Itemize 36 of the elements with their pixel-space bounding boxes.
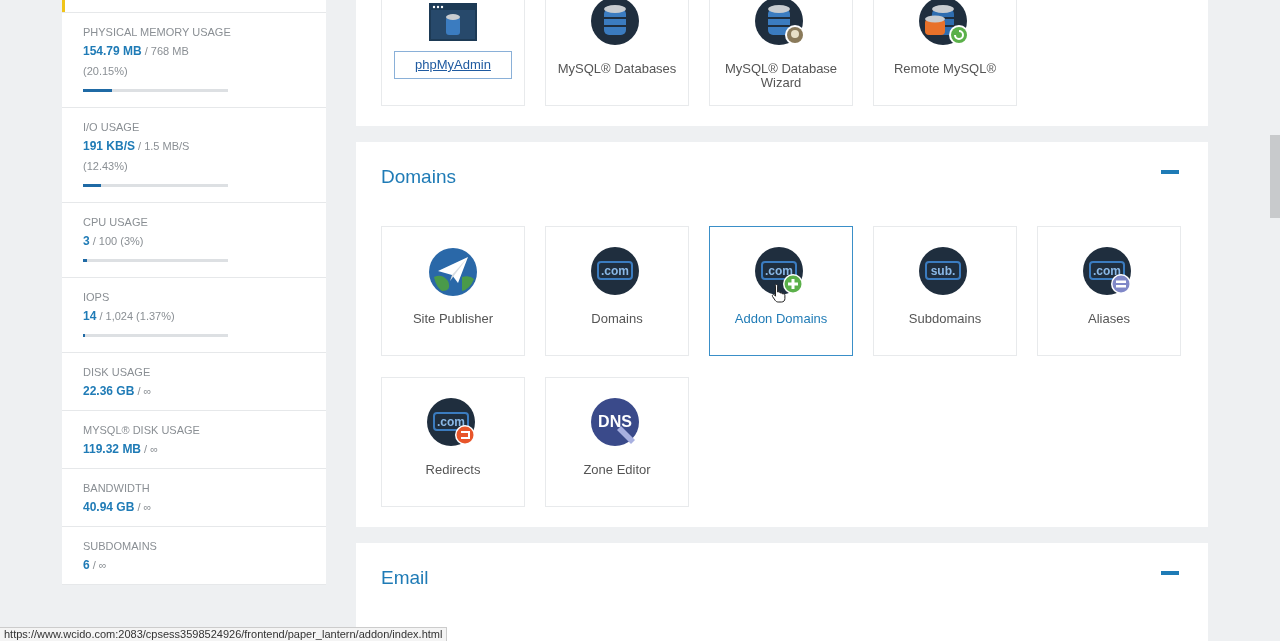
stat-label: IOPS [83,290,111,304]
active-item-marker [62,0,65,12]
status-bar-url: https://www.wcido.com:2083/cpsess3598524926/frontend/paper_lantern/addon/index.html [0,627,448,641]
tool-card[interactable]: DNS Zone Editor [545,377,689,507]
stat-value: 191 KB/S / 1.5 MB/S [83,138,191,154]
tool-card[interactable]: Site Publisher [381,226,525,356]
stat-label: BANDWIDTH [83,481,151,495]
stat-value: 154.79 MB / 768 MB [83,43,190,59]
scrollbar-thumb[interactable] [1270,135,1280,218]
stat-value: 3 / 100 (3%) [83,233,145,249]
tool-card[interactable]: MySQL® Databases [545,0,689,106]
tool-card[interactable]: MySQL® Database Wizard [709,0,853,106]
stat-label: PHYSICAL MEMORY USAGE [83,25,232,39]
stat-percent: (20.15%) [83,64,129,79]
stat-label: CPU USAGE [83,215,149,229]
tool-card[interactable]: phpMyAdmin [381,0,525,106]
stat-percent: (12.43%) [83,159,129,174]
stat-value: 119.32 MB / ∞ [83,441,160,457]
stat-value: 40.94 GB / ∞ [83,499,153,515]
paper-plane-globe-icon [428,247,478,297]
tool-card[interactable]: .com Domains [545,226,689,356]
tool-card[interactable]: .com Aliases [1037,226,1181,356]
stat-label: I/O USAGE [83,120,141,134]
stat-value: 14 / 1,024 (1.37%) [83,308,176,324]
section-title: Email [381,567,429,589]
stat-label: MYSQL® DISK USAGE [83,423,201,437]
tool-card[interactable]: sub. Subdomains [873,226,1017,356]
tool-card[interactable]: Remote MySQL® [873,0,1017,106]
stat-value: 22.36 GB / ∞ [83,383,153,399]
stat-value: 6 / ∞ [83,557,108,573]
tool-card[interactable]: .com Redirects [381,377,525,507]
tool-card[interactable]: .com Addon Domains [709,226,853,356]
hand-cursor-icon [771,283,787,303]
stat-label: SUBDOMAINS [83,539,158,553]
section-title: Domains [381,166,456,188]
stat-label: DISK USAGE [83,365,152,379]
